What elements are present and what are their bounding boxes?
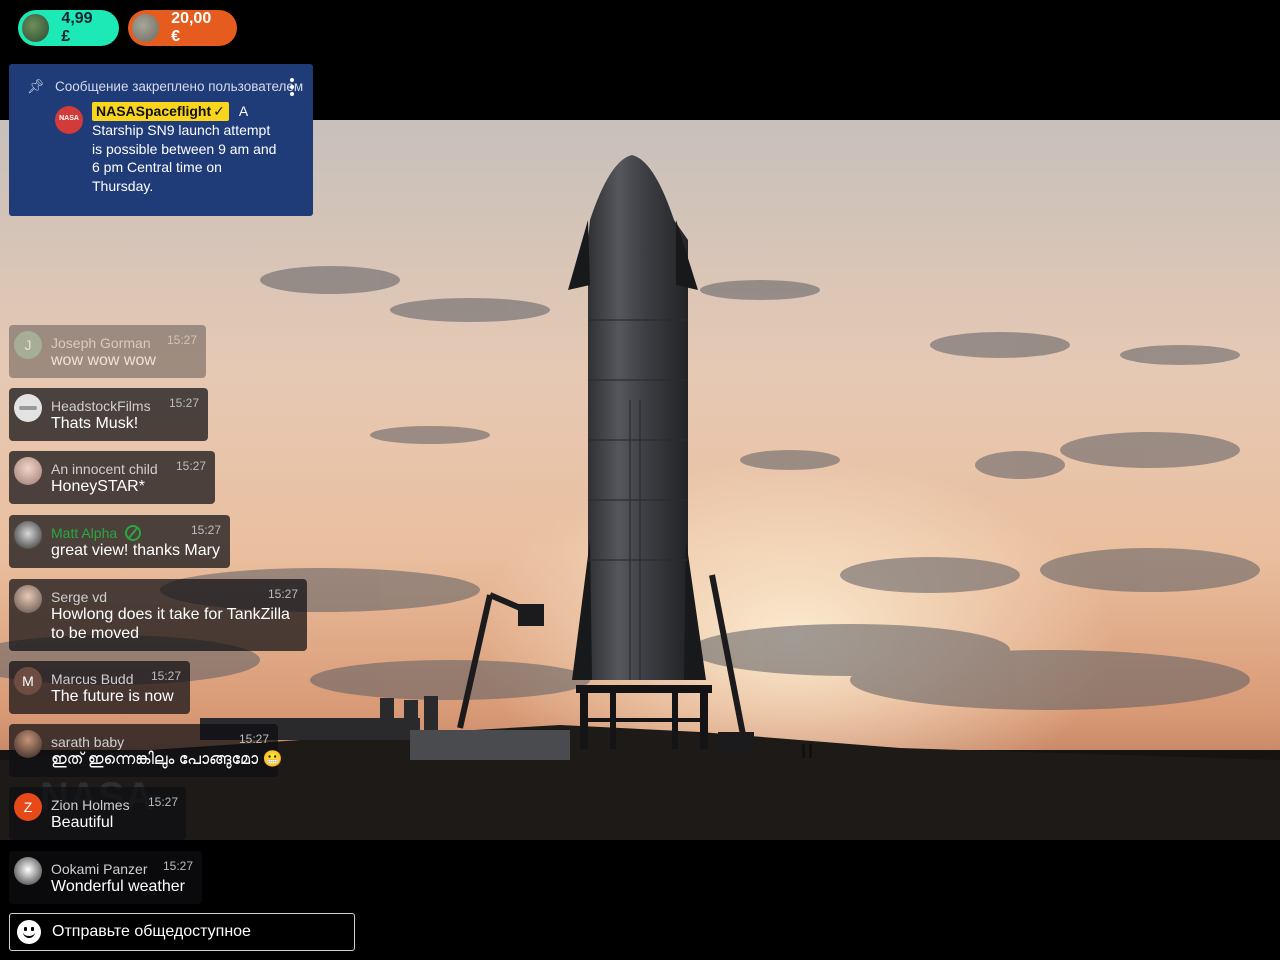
timestamp: 15:27 <box>268 587 299 601</box>
emoji-icon[interactable] <box>17 920 41 944</box>
chat-message[interactable]: Ookami Panzer 15:27 Wonderful weather <box>9 851 202 904</box>
message-text: Beautiful <box>51 814 114 831</box>
avatar <box>14 857 42 885</box>
avatar: Z <box>14 793 42 821</box>
pinned-header: 📌︎ Сообщение закреплено пользователем <box>27 78 303 95</box>
avatar <box>14 457 42 485</box>
timestamp: 15:27 <box>169 396 200 410</box>
super-chat-ticker-1[interactable]: 4,99 £ <box>18 10 119 46</box>
chat-message[interactable]: M Marcus Budd 15:27 The future is now <box>9 661 190 714</box>
ticker-amount: 4,99 £ <box>61 10 93 45</box>
chat-message[interactable]: J Joseph Gorman 15:27 wow wow wow <box>9 325 206 378</box>
more-options-icon[interactable] <box>289 78 295 96</box>
message-text: wow wow wow <box>51 352 156 369</box>
author-name: HeadstockFilms <box>51 398 151 414</box>
timestamp: 15:27 <box>163 859 194 873</box>
moderator-badge-icon <box>125 525 142 541</box>
timestamp: 15:27 <box>239 732 270 746</box>
message-text: Thats Musk! <box>51 415 139 432</box>
pinned-message[interactable]: 📌︎ Сообщение закреплено пользователем NA… <box>9 64 313 216</box>
chat-message[interactable]: Serge vd 15:27 Howlong does it take for … <box>9 579 307 651</box>
author-name: Joseph Gorman <box>51 335 151 351</box>
avatar <box>14 585 42 613</box>
chat-message[interactable]: sarath baby 15:27 ഇത് ഇന്നെങ്കിലും പോങ്ങ… <box>9 724 282 777</box>
timestamp: 15:27 <box>191 523 222 537</box>
pinned-text-first: A <box>238 103 249 119</box>
ticker-avatar <box>132 14 160 42</box>
message-text: HoneySTAR* <box>51 478 145 495</box>
avatar: NASA <box>55 106 83 134</box>
ticker-avatar <box>22 14 50 42</box>
avatar-logo-text: NASA <box>59 115 79 122</box>
pinned-body: NASASpaceflight ✓ A Starship SN9 launch at… <box>92 102 282 195</box>
chat-message[interactable]: Matt Alpha 15:27 great view! thanks Mary <box>9 515 230 568</box>
message-text: The future is now <box>51 688 174 705</box>
author-name: Marcus Budd <box>51 671 134 687</box>
pinned-header-text: Сообщение закреплено пользователем <box>55 79 304 94</box>
message-text: ഇത് ഇന്നെങ്കിലും പോങ്ങുമോ 😬 <box>51 751 283 768</box>
message-text: great view! thanks Mary <box>51 542 220 559</box>
author-name: Ookami Panzer <box>51 861 148 877</box>
chat-input-placeholder: Отправьте общедоступное <box>52 923 251 940</box>
author-name: NASASpaceflight <box>96 103 212 119</box>
chat-message[interactable]: HeadstockFilms 15:27 Thats Musk! <box>9 388 208 441</box>
timestamp: 15:27 <box>176 459 207 473</box>
verified-check-icon: ✓ <box>213 103 225 119</box>
message-text: Wonderful weather <box>51 878 185 895</box>
timestamp: 15:27 <box>151 669 182 683</box>
avatar <box>14 394 42 422</box>
author-name: Zion Holmes <box>51 797 130 813</box>
message-text: Howlong does it take for TankZilla to be … <box>51 606 290 642</box>
ticker-amount: 20,00 € <box>171 10 212 45</box>
author-name: sarath baby <box>51 734 125 750</box>
chat-message[interactable]: Z Zion Holmes 15:27 Beautiful <box>9 787 186 840</box>
super-chat-ticker-2[interactable]: 20,00 € <box>128 10 237 46</box>
author-name: An innocent child <box>51 461 158 477</box>
chat-input[interactable]: Отправьте общедоступное <box>9 913 355 951</box>
pinned-text: Starship SN9 launch attempt is possible … <box>92 122 277 194</box>
timestamp: 15:27 <box>167 333 198 347</box>
avatar <box>14 521 42 549</box>
pin-icon: 📌︎ <box>27 78 45 94</box>
avatar: M <box>14 667 42 695</box>
avatar <box>14 730 42 758</box>
author-chip[interactable]: NASASpaceflight ✓ <box>92 102 229 121</box>
timestamp: 15:27 <box>148 795 179 809</box>
avatar: J <box>14 331 42 359</box>
chat-message[interactable]: An innocent child 15:27 HoneySTAR* <box>9 451 215 504</box>
author-name: Matt Alpha <box>51 525 142 541</box>
author-name: Serge vd <box>51 589 108 605</box>
